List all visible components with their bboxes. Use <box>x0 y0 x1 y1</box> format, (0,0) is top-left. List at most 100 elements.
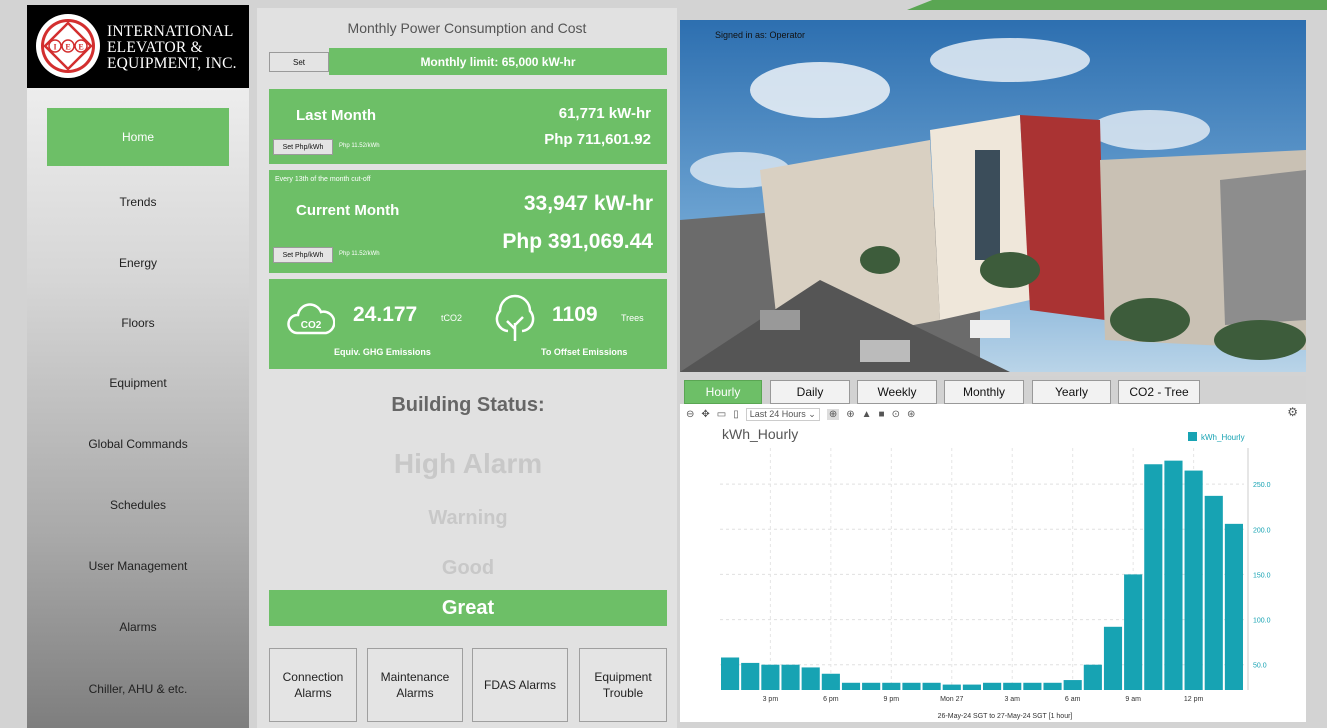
x-tick-label: 6 pm <box>823 696 839 703</box>
nav-schedules[interactable]: Schedules <box>47 476 229 534</box>
pan-icon[interactable]: ✥ <box>701 409 709 420</box>
chart-bar[interactable] <box>1103 626 1123 690</box>
x-tick-label: 3 am <box>1004 696 1020 703</box>
tab-monthly[interactable]: Monthly <box>944 380 1024 404</box>
nav-global-commands[interactable]: Global Commands <box>47 415 229 473</box>
x-axis-ticks: 3 pm 6 pm 9 pm Mon 27 3 am 6 am 9 am 12 pm <box>763 696 1204 703</box>
connection-alarms-line2: Alarms <box>294 686 332 700</box>
building-status-title: Building Status: <box>391 394 545 416</box>
chart-bar[interactable] <box>882 682 901 690</box>
chart-bar[interactable] <box>962 684 981 690</box>
monthly-limit-bar: Monthly limit: 65,000 kW-hr <box>329 48 667 75</box>
zoom-in-icon[interactable]: ⊕ <box>846 409 854 420</box>
chart-bar[interactable] <box>922 682 941 690</box>
chart-bar[interactable] <box>1144 464 1163 690</box>
legend-label[interactable]: kWh_Hourly <box>1201 433 1245 442</box>
chart-bar[interactable] <box>1023 682 1042 690</box>
chart-bar[interactable] <box>761 664 780 690</box>
chart-bar[interactable] <box>1124 574 1143 690</box>
warning-icon[interactable]: ▲ <box>862 409 872 420</box>
emissions-unit: tCO2 <box>441 313 463 323</box>
set-limit-button[interactable]: Set <box>269 52 329 72</box>
y-axis-ticks: 50.0 100.0 150.0 200.0 250.0 <box>1253 482 1271 670</box>
nav-alarms[interactable]: Alarms <box>47 598 229 656</box>
note-icon[interactable]: ■ <box>879 409 885 420</box>
nav-equipment[interactable]: Equipment <box>47 354 229 412</box>
chart-bar[interactable] <box>942 684 961 690</box>
settings-circle-icon[interactable]: ⊛ <box>907 409 915 420</box>
chart-bar[interactable] <box>1224 523 1243 690</box>
nav-home[interactable]: Home <box>47 108 229 166</box>
zoom-out-icon[interactable]: ⊖ <box>686 409 694 420</box>
status-high-alarm: High Alarm <box>393 448 543 479</box>
chart-bars <box>721 460 1243 690</box>
current-month-cost: Php 391,069.44 <box>502 230 653 253</box>
nav-energy[interactable]: Energy <box>47 234 229 292</box>
chart-bar[interactable] <box>1083 664 1102 690</box>
maintenance-alarms-button[interactable]: Maintenance Alarms <box>367 648 463 722</box>
gear-icon[interactable]: ⚙ <box>1287 405 1298 419</box>
time-range-select[interactable]: Last 24 Hours ⌄ <box>745 407 820 421</box>
current-month-card: Every 13th of the month cut-off Current … <box>269 170 667 273</box>
last-month-kwh: 61,771 kW-hr <box>558 105 651 122</box>
chart-bar[interactable] <box>821 673 840 690</box>
y-tick-label: 200.0 <box>1253 527 1271 534</box>
save-icon[interactable]: ▭ <box>717 409 726 420</box>
chart-bar[interactable] <box>983 682 1002 690</box>
chart-bar[interactable] <box>801 667 820 690</box>
y-tick-label: 250.0 <box>1253 482 1271 489</box>
tree-icon <box>495 294 535 341</box>
equipment-trouble-button[interactable]: Equipment Trouble <box>579 648 667 722</box>
company-name-line1: INTERNATIONAL <box>107 23 234 40</box>
nav-user-management[interactable]: User Management <box>47 537 229 595</box>
maintenance-alarms-line1: Maintenance <box>380 670 450 684</box>
x-tick-label: 9 am <box>1125 696 1141 703</box>
chart-bar[interactable] <box>1164 460 1183 690</box>
chart-bar[interactable] <box>741 662 760 690</box>
nav-floors[interactable]: Floors <box>47 294 229 352</box>
emissions-value: 24.177 <box>353 303 418 326</box>
tab-co2-tree[interactable]: CO2 - Tree <box>1118 380 1200 404</box>
time-range-select-value: Last 24 Hours <box>749 408 806 419</box>
trees-unit: Trees <box>621 313 644 323</box>
tab-hourly[interactable]: Hourly <box>684 380 762 404</box>
chart-bar[interactable] <box>781 664 800 690</box>
connection-alarms-line1: Connection <box>282 670 344 684</box>
iee-logo-mark: I E E <box>36 14 100 78</box>
chart-bar[interactable] <box>902 682 921 690</box>
svg-text:E: E <box>65 43 70 52</box>
clock-icon[interactable]: ⊙ <box>892 409 900 420</box>
chart-bar[interactable] <box>862 682 881 690</box>
company-name: INTERNATIONAL ELEVATOR & EQUIPMENT, INC. <box>107 24 237 72</box>
set-rate-button-last[interactable]: Set Php/kWh <box>273 139 333 155</box>
last-month-cost: Php 711,601.92 <box>544 131 651 148</box>
chart-bar[interactable] <box>1063 680 1082 690</box>
y-tick-label: 50.0 <box>1253 663 1267 670</box>
tab-yearly[interactable]: Yearly <box>1032 380 1111 404</box>
current-month-rate: Php 11.52/kWh <box>339 251 380 257</box>
connection-alarms-button[interactable]: Connection Alarms <box>269 648 357 722</box>
export-icon[interactable]: ▯ <box>733 409 739 420</box>
status-great: Great <box>269 590 667 626</box>
tab-daily[interactable]: Daily <box>770 380 850 404</box>
chart-bar[interactable] <box>841 682 861 690</box>
chart-bar[interactable] <box>1003 682 1022 690</box>
chart-bar[interactable] <box>1204 495 1223 690</box>
chart-bar[interactable] <box>1043 682 1062 690</box>
trees-value: 1109 <box>552 303 598 326</box>
consumption-panel: Monthly Power Consumption and Cost Set M… <box>257 8 677 728</box>
nav-trends[interactable]: Trends <box>47 173 229 231</box>
chart-bar[interactable] <box>1184 470 1203 690</box>
nav-chiller-ahu[interactable]: Chiller, AHU & etc. <box>47 660 229 718</box>
zoom-box-icon[interactable]: ⊕ <box>826 408 840 420</box>
equipment-trouble-line2: Trouble <box>602 686 644 700</box>
fdas-alarms-button[interactable]: FDAS Alarms <box>472 648 568 722</box>
chart-bar[interactable] <box>721 657 740 690</box>
emissions-caption: Equiv. GHG Emissions <box>334 347 431 357</box>
last-month-label: Last Month <box>296 107 376 124</box>
hourly-bar-chart: kWh_Hourly kWh_Hourly 50.0 100.0 150.0 200.… <box>720 426 1271 720</box>
chart-title: kWh_Hourly <box>722 426 798 442</box>
tab-weekly[interactable]: Weekly <box>857 380 937 404</box>
set-rate-button-current[interactable]: Set Php/kWh <box>273 247 333 263</box>
fdas-alarms-label: FDAS Alarms <box>483 678 556 692</box>
